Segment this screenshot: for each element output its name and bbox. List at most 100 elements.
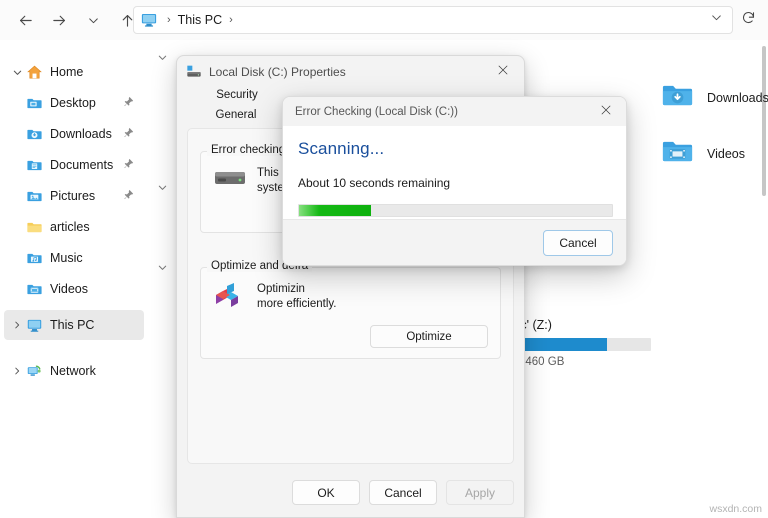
documents-folder-icon xyxy=(26,157,43,174)
chevron-down-icon xyxy=(710,11,723,29)
file-tile-downloads[interactable]: Downloads xyxy=(660,78,768,118)
pin-icon[interactable] xyxy=(123,127,134,141)
apply-button[interactable]: Apply xyxy=(446,480,514,505)
content-scrollbar[interactable] xyxy=(762,46,766,196)
drive-usage-bar xyxy=(503,338,651,351)
downloads-folder-icon xyxy=(660,78,695,118)
recent-locations-button[interactable] xyxy=(76,3,110,37)
chevron-right-icon[interactable] xyxy=(8,316,26,334)
chevron-down-icon xyxy=(157,180,168,198)
sidebar-item-label: Network xyxy=(50,364,96,378)
group-header-chevron-3[interactable] xyxy=(155,262,169,276)
forward-button[interactable] xyxy=(42,3,76,37)
properties-footer: OK Cancel Apply xyxy=(292,480,514,505)
breadcrumb-item-this-pc[interactable]: This PC xyxy=(176,13,224,27)
hard-disk-icon xyxy=(186,64,202,80)
forward-arrow-icon xyxy=(51,12,68,29)
sidebar-item-label: Desktop xyxy=(50,96,96,110)
sidebar-item-label: Music xyxy=(50,251,83,265)
sidebar-item-videos[interactable]: Videos xyxy=(4,274,144,304)
address-bar[interactable]: › This PC › xyxy=(133,6,733,34)
error-checking-footer: Cancel xyxy=(283,219,626,265)
network-icon xyxy=(26,363,43,380)
sidebar-item-label: Pictures xyxy=(50,189,96,203)
cancel-button[interactable]: Cancel xyxy=(369,480,437,505)
optimize-section: Optimize and defra Optimizin more effici… xyxy=(200,260,501,359)
optimize-description: Optimizin more efficiently. xyxy=(257,282,336,312)
scan-cancel-button[interactable]: Cancel xyxy=(543,229,613,256)
time-remaining-label: About 10 seconds remaining xyxy=(298,176,451,190)
refresh-button[interactable] xyxy=(734,6,762,34)
sidebar-item-this-pc[interactable]: This PC xyxy=(4,310,144,340)
error-checking-dialog[interactable]: Error Checking (Local Disk (C:)) Scannin… xyxy=(282,96,627,266)
ok-button[interactable]: OK xyxy=(292,480,360,505)
scanning-heading: Scanning... xyxy=(298,139,385,158)
sidebar-item-label: This PC xyxy=(50,318,95,332)
back-arrow-icon xyxy=(17,12,34,29)
pin-icon[interactable] xyxy=(123,158,134,172)
error-checking-titlebar[interactable]: Error Checking (Local Disk (C:)) xyxy=(283,97,626,126)
videos-folder-icon xyxy=(660,134,695,174)
file-tile-label: Videos xyxy=(707,147,745,161)
back-button[interactable] xyxy=(8,3,42,37)
sidebar-item-articles[interactable]: articles xyxy=(4,212,144,242)
group-header-chevron-1[interactable] xyxy=(155,52,169,66)
optimize-line-1: Optimizin xyxy=(257,283,305,295)
sidebar-item-downloads[interactable]: Downloads xyxy=(4,119,144,149)
optimize-button[interactable]: Optimize xyxy=(370,325,488,348)
breadcrumb-separator: › xyxy=(167,13,171,26)
home-icon xyxy=(26,64,43,81)
this-pc-icon xyxy=(26,317,43,334)
sidebar-item-desktop[interactable]: Desktop xyxy=(4,88,144,118)
pin-icon[interactable] xyxy=(123,96,134,110)
tab-general[interactable]: General xyxy=(187,106,285,125)
file-tile-label: Downloads xyxy=(707,91,768,105)
screen: › This PC › Home Desktop Downloads Docum… xyxy=(0,0,768,518)
breadcrumb-separator-end[interactable]: › xyxy=(224,14,238,26)
videos-folder-icon xyxy=(26,281,43,298)
optimize-line-2: more efficiently. xyxy=(257,298,337,310)
desktop-folder-icon xyxy=(26,95,43,112)
properties-close-button[interactable] xyxy=(482,56,524,87)
properties-title-text: Local Disk (C:) Properties xyxy=(209,64,346,79)
refresh-icon xyxy=(741,10,756,30)
folder-icon xyxy=(26,219,43,236)
sidebar-item-label: Documents xyxy=(50,158,114,172)
sidebar-item-music[interactable]: Music xyxy=(4,243,144,273)
pictures-folder-icon xyxy=(26,188,43,205)
chevron-down-icon xyxy=(87,14,100,27)
group-header-chevron-2[interactable] xyxy=(155,182,169,196)
sidebar-item-network[interactable]: Network xyxy=(4,356,144,386)
drive-item-mac-z[interactable]: Mac' (Z:) e of 460 GB xyxy=(503,318,651,368)
error-checking-body: Scanning... About 10 seconds remaining xyxy=(283,126,626,217)
chevron-down-icon xyxy=(157,260,168,278)
sidebar-item-home[interactable]: Home xyxy=(4,57,144,87)
sidebar-item-label: Downloads xyxy=(50,127,112,141)
drive-icon xyxy=(213,166,247,192)
address-dropdown-button[interactable] xyxy=(702,6,730,34)
chevron-down-icon xyxy=(157,50,168,68)
pin-icon[interactable] xyxy=(123,189,134,203)
properties-titlebar[interactable]: Local Disk (C:) Properties xyxy=(177,56,524,87)
sidebar-item-documents[interactable]: Documents xyxy=(4,150,144,180)
downloads-folder-icon xyxy=(26,126,43,143)
sidebar-item-label: articles xyxy=(50,220,90,234)
sidebar-item-pictures[interactable]: Pictures xyxy=(4,181,144,211)
this-pc-icon xyxy=(140,11,158,29)
close-icon xyxy=(600,103,612,121)
sidebar-item-label: Videos xyxy=(50,282,88,296)
navigation-sidebar[interactable]: Home Desktop Downloads Documents Picture… xyxy=(0,40,148,518)
drive-capacity-label: e of 460 GB xyxy=(503,356,565,368)
error-checking-title: Error checking xyxy=(207,144,290,156)
chevron-right-icon[interactable] xyxy=(8,362,26,380)
navigation-bar: › This PC › xyxy=(0,0,768,40)
file-tile-videos[interactable]: Videos xyxy=(660,134,745,174)
error-checking-close-button[interactable] xyxy=(586,97,626,126)
defrag-icon xyxy=(213,282,247,308)
drive-name-label: Mac' (Z:) xyxy=(503,318,552,332)
chevron-down-icon[interactable] xyxy=(8,63,26,81)
scan-progress-bar xyxy=(298,204,613,217)
close-icon xyxy=(497,63,509,81)
error-checking-title-text: Error Checking (Local Disk (C:)) xyxy=(295,105,458,118)
tab-security[interactable]: Security xyxy=(197,89,277,101)
